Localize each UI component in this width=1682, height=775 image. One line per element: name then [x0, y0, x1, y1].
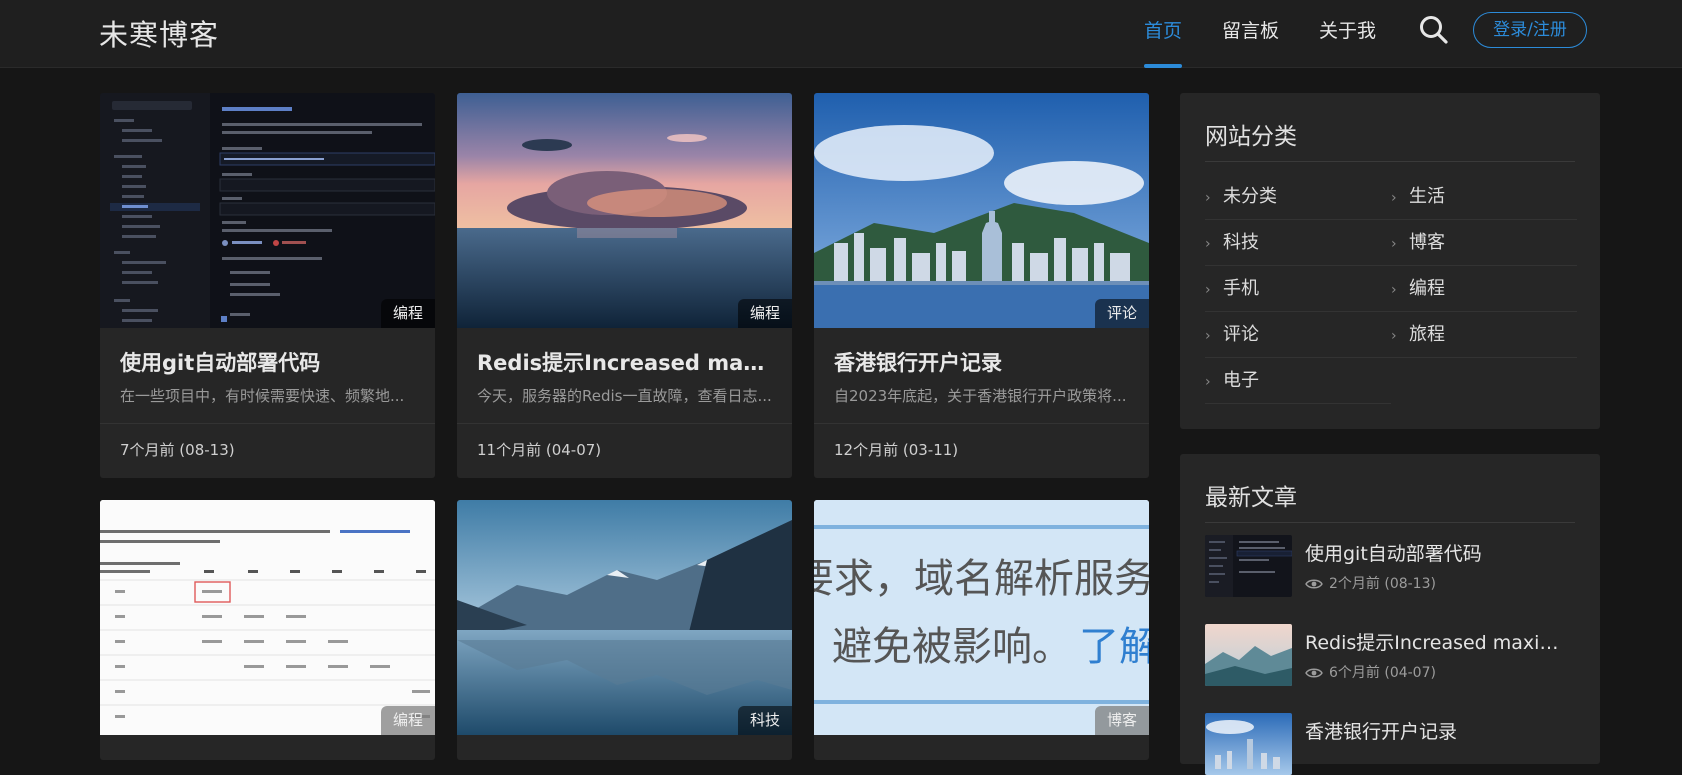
article-card[interactable]: 评论 香港银行开户记录 自2023年底起，关于香港银行开户政策将... 12个月…: [814, 93, 1149, 478]
category-life[interactable]: › 生活: [1391, 174, 1577, 220]
nav-about[interactable]: 关于我: [1319, 0, 1376, 68]
article-title[interactable]: Redis提示Increased maxim...: [477, 347, 777, 377]
article-thumbnail[interactable]: 编程: [100, 93, 435, 328]
article-thumbnail[interactable]: 要求，域名解析服务提 避免被影响。 了解 博客: [814, 500, 1149, 735]
chevron-right-icon: ›: [1391, 190, 1397, 206]
recent-post-item[interactable]: 使用git自动部署代码 2个月前 (08-13): [1205, 535, 1577, 597]
article-card[interactable]: 要求，域名解析服务提 避免被影响。 了解 博客: [814, 500, 1149, 760]
recent-post-meta: 6个月前 (04-07): [1305, 662, 1436, 684]
recent-post-title[interactable]: 香港银行开户记录: [1305, 717, 1575, 744]
article-thumbnail[interactable]: 编程: [457, 93, 792, 328]
login-register-button[interactable]: 登录/注册: [1473, 12, 1587, 48]
article-date: 7个月前 (08-13): [120, 441, 235, 459]
panel-divider: [1205, 161, 1575, 162]
eye-icon: [1305, 666, 1323, 684]
article-thumbnail[interactable]: 评论: [814, 93, 1149, 328]
article-card[interactable]: 编程: [100, 500, 435, 760]
recent-post-title[interactable]: 使用git自动部署代码: [1305, 539, 1575, 566]
recent-post-thumbnail[interactable]: [1205, 535, 1292, 597]
notice-line-2: 避免被影响。: [832, 624, 1072, 670]
recent-posts-title: 最新文章: [1205, 485, 1297, 511]
category-journey[interactable]: › 旅程: [1391, 312, 1577, 358]
category-tag[interactable]: 评论: [1094, 299, 1149, 328]
category-phone[interactable]: › 手机: [1205, 266, 1391, 312]
search-icon[interactable]: [1418, 14, 1450, 46]
card-divider: [100, 423, 435, 424]
category-blog[interactable]: › 博客: [1391, 220, 1577, 266]
category-tag[interactable]: 博客: [1094, 706, 1149, 735]
recent-post-title[interactable]: Redis提示Increased maximu...: [1305, 628, 1575, 655]
article-title[interactable]: 使用git自动部署代码: [120, 347, 420, 377]
top-navbar: 未寒博客 首页 留言板 关于我 登录/注册: [0, 0, 1682, 68]
eye-icon: [1305, 577, 1323, 595]
article-card[interactable]: 编程 Redis提示Increased maxim... 今天，服务器的Redi…: [457, 93, 792, 478]
chevron-right-icon: ›: [1205, 236, 1211, 252]
nav-home[interactable]: 首页: [1144, 0, 1183, 68]
recent-posts-panel: 最新文章 使用git自动部署代码 2个月前 (08-13) Redis提示Inc…: [1180, 454, 1600, 775]
chevron-right-icon: ›: [1391, 236, 1397, 252]
site-logo[interactable]: 未寒博客: [99, 12, 219, 54]
category-tag[interactable]: 编程: [380, 299, 435, 328]
category-tag[interactable]: 编程: [737, 299, 792, 328]
article-card[interactable]: 编程 使用git自动部署代码 在一些项目中，有时候需要快速、频繁地... 7个月…: [100, 93, 435, 478]
chevron-right-icon: ›: [1205, 328, 1211, 344]
categories-panel: 网站分类 › 未分类 › 生活 › 科技 › 博客 › 手机 › 编程 › 评论 › 旅程 › 电…: [1180, 93, 1600, 429]
category-review[interactable]: › 评论: [1205, 312, 1391, 358]
card-divider: [814, 423, 1149, 424]
category-tech[interactable]: › 科技: [1205, 220, 1391, 266]
nav-guestbook[interactable]: 留言板: [1222, 0, 1279, 68]
categories-title: 网站分类: [1205, 124, 1297, 150]
article-card[interactable]: 科技: [457, 500, 792, 760]
notice-text-image: 要求，域名解析服务提 避免被影响。 了解: [814, 500, 1149, 735]
article-title[interactable]: 香港银行开户记录: [834, 347, 1134, 377]
article-date: 12个月前 (03-11): [834, 441, 959, 459]
category-uncategorized[interactable]: › 未分类: [1205, 174, 1391, 220]
chevron-right-icon: ›: [1205, 282, 1211, 298]
recent-post-thumbnail[interactable]: [1205, 713, 1292, 775]
recent-post-item[interactable]: Redis提示Increased maximu... 6个月前 (04-07): [1205, 624, 1577, 686]
category-electronics[interactable]: › 电子: [1205, 358, 1391, 404]
php-version-table-image: [100, 500, 435, 735]
card-divider: [457, 423, 792, 424]
article-thumbnail[interactable]: 编程: [100, 500, 435, 735]
chevron-right-icon: ›: [1205, 190, 1211, 206]
article-thumbnail[interactable]: 科技: [457, 500, 792, 735]
recent-post-item[interactable]: 香港银行开户记录: [1205, 713, 1577, 775]
panel-divider: [1205, 522, 1575, 523]
hong-kong-skyline-image: [814, 93, 1149, 328]
chevron-right-icon: ›: [1205, 374, 1211, 390]
chevron-right-icon: ›: [1391, 328, 1397, 344]
recent-post-thumbnail[interactable]: [1205, 624, 1292, 686]
mountain-lake-image: [457, 500, 792, 735]
article-excerpt: 自2023年底起，关于香港银行开户政策将...: [834, 387, 1127, 405]
notice-line-1: 要求，域名解析服务提: [814, 556, 1149, 602]
article-date: 11个月前 (04-07): [477, 441, 602, 459]
category-programming[interactable]: › 编程: [1391, 266, 1577, 312]
notice-link: 了解: [1079, 624, 1149, 670]
sunset-sea-image: [457, 93, 792, 328]
category-tag[interactable]: 编程: [380, 706, 435, 735]
dashboard-screenshot-image: [100, 93, 435, 328]
chevron-right-icon: ›: [1391, 282, 1397, 298]
recent-post-meta: 2个月前 (08-13): [1305, 573, 1436, 595]
article-excerpt: 今天，服务器的Redis一直故障，查看日志...: [477, 387, 772, 405]
article-excerpt: 在一些项目中，有时候需要快速、频繁地...: [120, 387, 405, 405]
category-tag[interactable]: 科技: [737, 706, 792, 735]
